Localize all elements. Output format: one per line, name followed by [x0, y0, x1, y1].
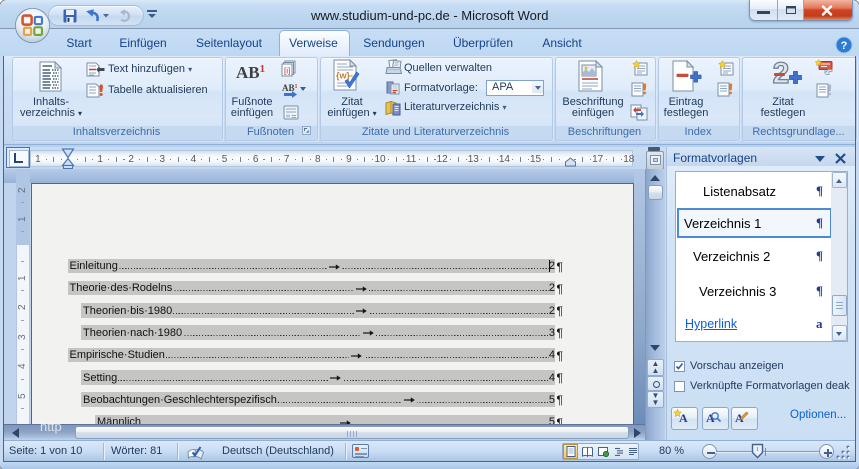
svg-text:{w}-: {w}-	[336, 71, 353, 81]
svg-text:?: ?	[841, 40, 848, 52]
svg-text:[i]: [i]	[284, 67, 290, 76]
